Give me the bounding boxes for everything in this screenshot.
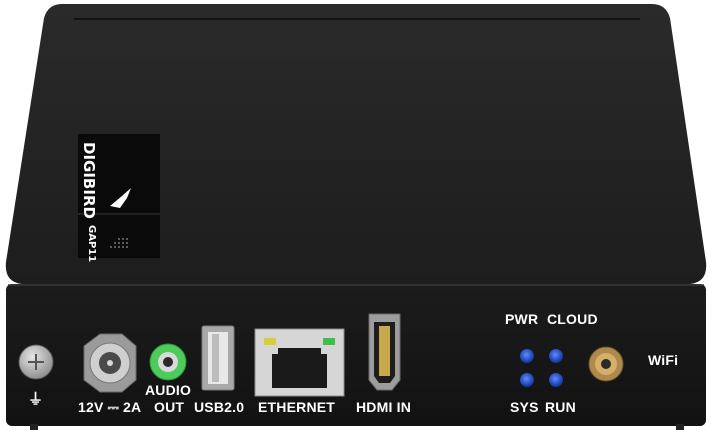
brand-logo-text: DIGIBIRD [80,142,98,219]
led-run-icon [549,373,563,387]
model-label-text: GAP11 [86,225,97,263]
usb-port-icon [201,325,235,391]
ground-screw-icon [18,344,54,380]
led-pwr-icon [520,349,534,363]
power-label: 12V ⎓ 2A [78,399,142,415]
led-pwr-label: PWR [505,311,539,327]
hdmi-port-icon [368,313,401,391]
device-photo: DIGIBIRD GAP11 ⏚ 12V ⎓ 2A AUDIO OUT USB2… [0,0,712,432]
device-body-illustration [5,4,707,430]
ethernet-label: ETHERNET [258,399,336,415]
audio-jack-icon [149,343,187,381]
led-cloud-label: CLOUD [547,311,598,327]
led-sys-icon [520,373,534,387]
ground-symbol-icon: ⏚ [28,391,44,408]
usb-label: USB2.0 [194,399,245,415]
wifi-label: WiFi [648,352,679,368]
dc-power-jack-icon [83,333,137,393]
led-sys-label: SYS [510,399,539,415]
led-cloud-icon [549,349,563,363]
ethernet-port-icon [254,328,345,397]
led-run-label: RUN [545,399,576,415]
audio-label-line1: AUDIO [145,382,192,398]
hdmi-label: HDMI IN [356,399,412,415]
wifi-antenna-connector-icon [588,346,624,382]
audio-label-line2: OUT [154,399,185,415]
